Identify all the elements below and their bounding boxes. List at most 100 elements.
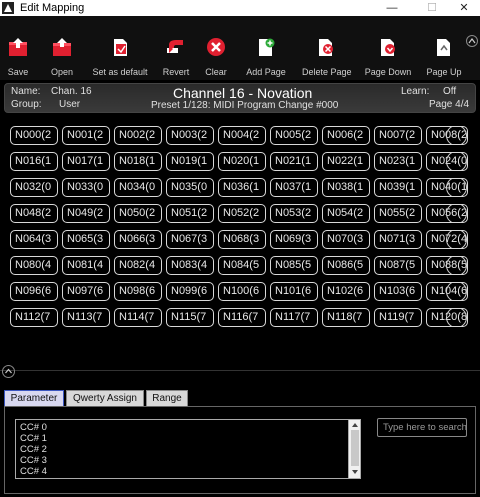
revert-button[interactable]: Revert <box>160 20 192 78</box>
mapping-cell[interactable]: N016(1 <box>10 152 58 171</box>
maximize-button[interactable]: ☐ <box>418 0 446 16</box>
mapping-cell[interactable]: N019(1 <box>166 152 214 171</box>
mapping-cell[interactable]: N066(3 <box>114 230 162 249</box>
page-up-button[interactable]: Page Up <box>424 20 464 78</box>
mapping-cell[interactable]: N101(6 <box>270 282 318 301</box>
mapping-cell[interactable]: N072(4 <box>426 230 468 249</box>
mapping-cell[interactable]: N048(2 <box>10 204 58 223</box>
mapping-cell[interactable]: N040(1 <box>426 178 468 197</box>
search-input[interactable] <box>377 418 467 437</box>
mapping-cell[interactable]: N100(6 <box>218 282 266 301</box>
mapping-cell[interactable]: N023(1 <box>374 152 422 171</box>
mapping-cell[interactable]: N084(5 <box>218 256 266 275</box>
mapping-cell[interactable]: N036(1 <box>218 178 266 197</box>
mapping-cell[interactable]: N006(2 <box>322 126 370 145</box>
mapping-cell[interactable]: N102(6 <box>322 282 370 301</box>
mapping-cell[interactable]: N007(2 <box>374 126 422 145</box>
mapping-cell[interactable]: N099(6 <box>166 282 214 301</box>
collapse-toolbar-button[interactable] <box>466 35 478 47</box>
mapping-cell[interactable]: N104(6 <box>426 282 468 301</box>
mapping-cell[interactable]: N067(3 <box>166 230 214 249</box>
clear-button[interactable]: Clear <box>202 20 230 78</box>
mapping-cell[interactable]: N005(2 <box>270 126 318 145</box>
mapping-cell[interactable]: N035(0 <box>166 178 214 197</box>
mapping-cell[interactable]: N056(2 <box>426 204 468 223</box>
mapping-cell[interactable]: N096(6 <box>10 282 58 301</box>
mapping-cell[interactable]: N115(7 <box>166 308 214 327</box>
mapping-cell[interactable]: N032(0 <box>10 178 58 197</box>
mapping-cell[interactable]: N054(2 <box>322 204 370 223</box>
page-down-button[interactable]: Page Down <box>364 20 412 78</box>
mapping-cell[interactable]: N001(2 <box>62 126 110 145</box>
mapping-cell[interactable]: N080(4 <box>10 256 58 275</box>
mapping-cell[interactable]: N116(7 <box>218 308 266 327</box>
delete-page-button[interactable]: Delete Page <box>302 20 352 78</box>
mapping-cell[interactable]: N002(2 <box>114 126 162 145</box>
mapping-cell[interactable]: N037(1 <box>270 178 318 197</box>
scroll-up-icon[interactable] <box>351 421 359 429</box>
open-button[interactable]: Open <box>46 20 78 78</box>
mapping-cell[interactable]: N004(2 <box>218 126 266 145</box>
mapping-cell[interactable]: N112(7 <box>10 308 58 327</box>
close-button[interactable]: ✕ <box>450 0 478 16</box>
mapping-cell[interactable]: N082(4 <box>114 256 162 275</box>
mapping-cell[interactable]: N113(7 <box>62 308 110 327</box>
mapping-cell[interactable]: N098(6 <box>114 282 162 301</box>
mapping-cell[interactable]: N018(1 <box>114 152 162 171</box>
parameter-list[interactable]: CC# 0 CC# 1 CC# 2 CC# 3 CC# 4 <box>15 419 361 479</box>
mapping-cell[interactable]: N070(3 <box>322 230 370 249</box>
mapping-cell[interactable]: N034(0 <box>114 178 162 197</box>
list-item[interactable]: CC# 4 <box>20 466 47 477</box>
mapping-cell[interactable]: N085(5 <box>270 256 318 275</box>
mapping-cell[interactable]: N119(7 <box>374 308 422 327</box>
mapping-cell[interactable]: N038(1 <box>322 178 370 197</box>
tab-range[interactable]: Range <box>146 390 188 406</box>
list-scrollbar[interactable] <box>348 420 360 478</box>
mapping-cell[interactable]: N114(7 <box>114 308 162 327</box>
mapping-cell[interactable]: N086(5 <box>322 256 370 275</box>
mapping-cell[interactable]: N003(2 <box>166 126 214 145</box>
collapse-panel-button[interactable] <box>2 365 15 378</box>
list-item[interactable]: CC# 3 <box>20 455 47 466</box>
scroll-down-icon[interactable] <box>351 468 359 476</box>
mapping-cell[interactable]: N071(3 <box>374 230 422 249</box>
mapping-cell[interactable]: N039(1 <box>374 178 422 197</box>
learn-value[interactable]: Off <box>443 86 456 97</box>
set-as-default-button[interactable]: Set as default <box>92 20 148 78</box>
save-button[interactable]: Save <box>2 20 34 78</box>
mapping-cell[interactable]: N000(2 <box>10 126 58 145</box>
mapping-cell[interactable]: N050(2 <box>114 204 162 223</box>
mapping-cell[interactable]: N083(4 <box>166 256 214 275</box>
list-item[interactable]: CC# 0 <box>20 422 47 433</box>
minimize-button[interactable]: — <box>378 0 406 16</box>
add-page-button[interactable]: Add Page <box>246 20 286 78</box>
mapping-cell[interactable]: N120(8 <box>426 308 468 327</box>
list-item[interactable]: CC# 1 <box>20 433 47 444</box>
mapping-cell[interactable]: N069(3 <box>270 230 318 249</box>
mapping-cell[interactable]: N022(1 <box>322 152 370 171</box>
scroll-thumb[interactable] <box>351 430 359 466</box>
mapping-cell[interactable]: N087(5 <box>374 256 422 275</box>
mapping-cell[interactable]: N055(2 <box>374 204 422 223</box>
mapping-cell[interactable]: N020(1 <box>218 152 266 171</box>
mapping-cell[interactable]: N103(6 <box>374 282 422 301</box>
mapping-cell[interactable]: N088(5 <box>426 256 468 275</box>
mapping-cell[interactable]: N064(3 <box>10 230 58 249</box>
tab-parameter[interactable]: Parameter <box>4 390 64 406</box>
mapping-cell[interactable]: N021(1 <box>270 152 318 171</box>
mapping-cell[interactable]: N049(2 <box>62 204 110 223</box>
mapping-cell[interactable]: N051(2 <box>166 204 214 223</box>
tab-qwerty-assign[interactable]: Qwerty Assign <box>66 390 144 406</box>
mapping-cell[interactable]: N008(2 <box>426 126 468 145</box>
mapping-cell[interactable]: N097(6 <box>62 282 110 301</box>
mapping-cell[interactable]: N065(3 <box>62 230 110 249</box>
mapping-cell[interactable]: N068(3 <box>218 230 266 249</box>
mapping-cell[interactable]: N081(4 <box>62 256 110 275</box>
list-item[interactable]: CC# 2 <box>20 444 47 455</box>
mapping-cell[interactable]: N024(0 <box>426 152 468 171</box>
mapping-cell[interactable]: N117(7 <box>270 308 318 327</box>
mapping-cell[interactable]: N033(0 <box>62 178 110 197</box>
mapping-cell[interactable]: N118(7 <box>322 308 370 327</box>
mapping-cell[interactable]: N052(2 <box>218 204 266 223</box>
mapping-cell[interactable]: N053(2 <box>270 204 318 223</box>
